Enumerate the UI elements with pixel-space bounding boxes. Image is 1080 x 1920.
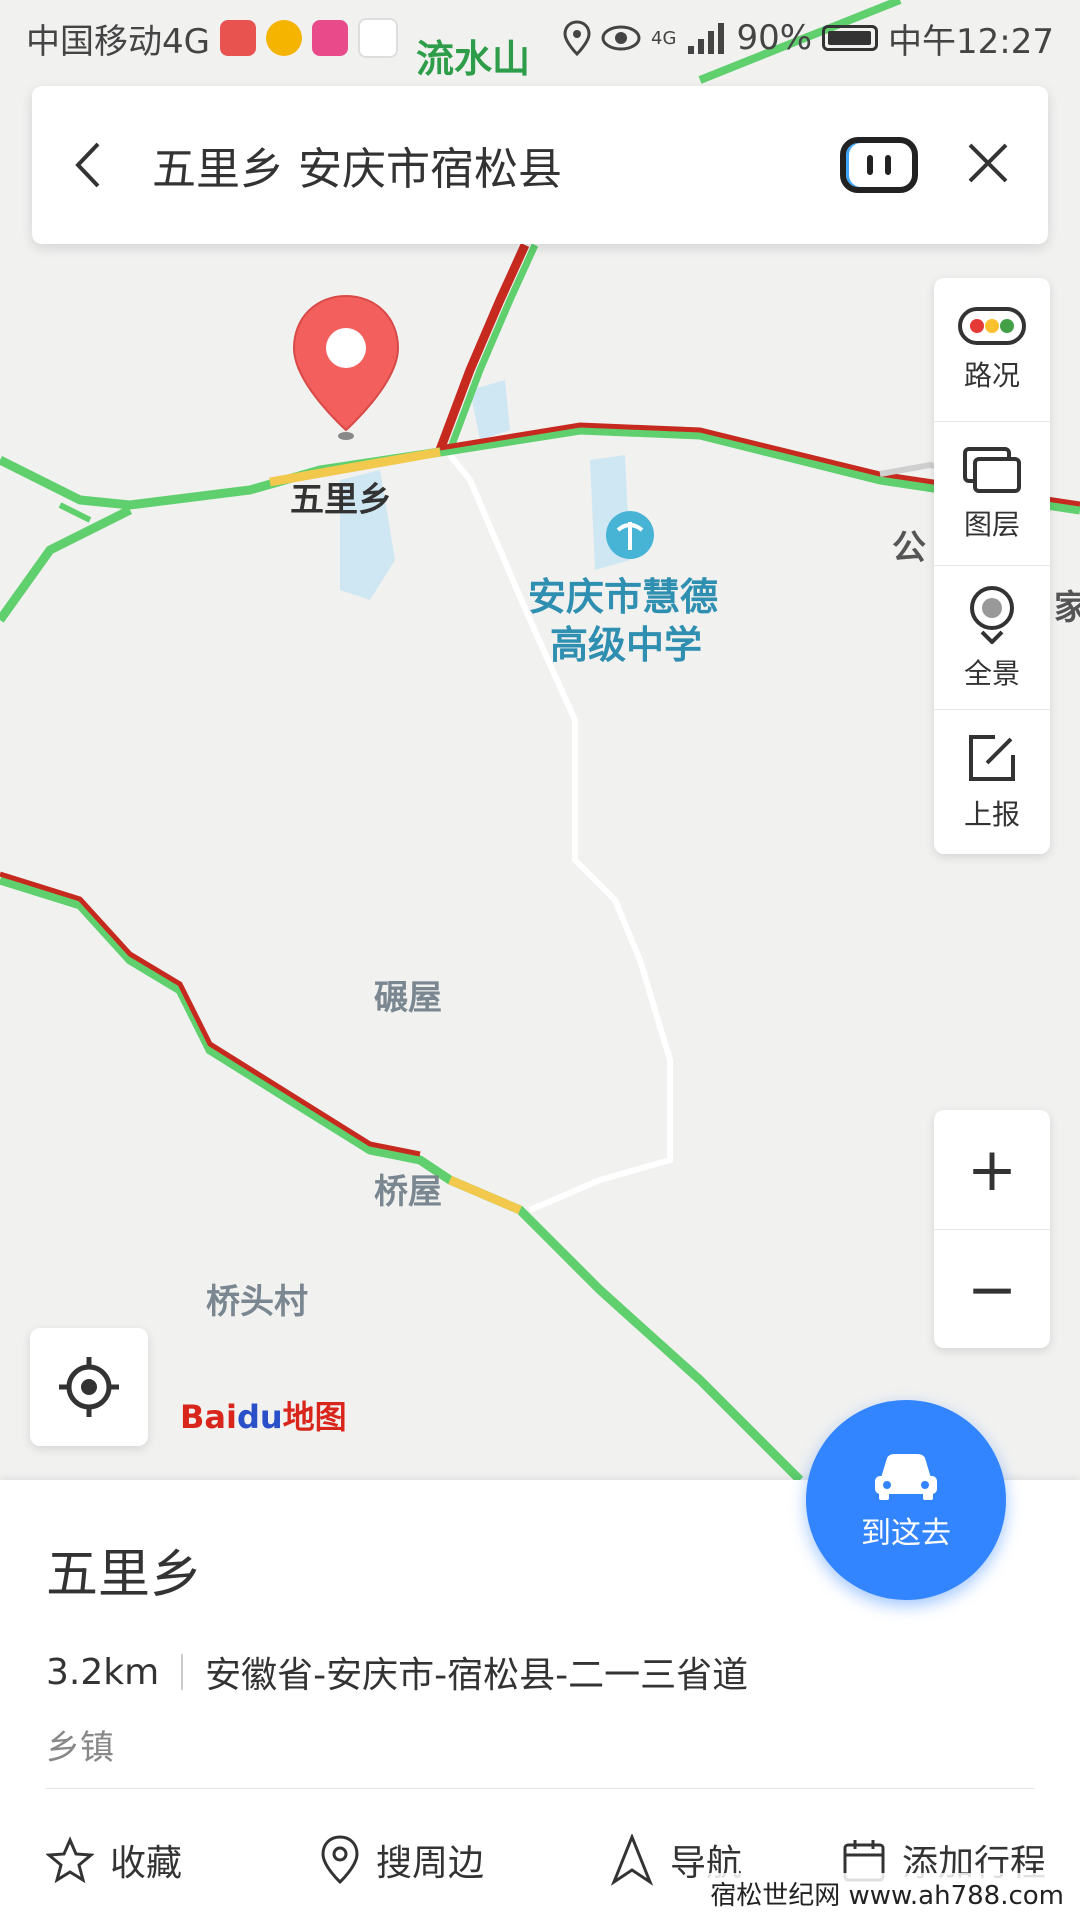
tool-traffic[interactable]: 路况	[934, 278, 1050, 422]
crosshair-icon	[59, 1357, 119, 1417]
tool-label: 路况	[963, 358, 1020, 392]
map-label-edge: 家	[1054, 588, 1080, 628]
map-label-edge: 公	[892, 528, 926, 568]
navigation-icon	[610, 1834, 654, 1886]
my-location-button[interactable]	[30, 1328, 148, 1446]
mic-app-icon	[219, 20, 256, 56]
clock: 中午12:27	[888, 21, 1054, 62]
star-icon	[46, 1836, 94, 1884]
maps-app-icon	[357, 18, 398, 58]
close-button[interactable]	[958, 130, 1018, 200]
battery-icon	[822, 25, 879, 51]
signal-icon	[688, 23, 725, 54]
app-icon	[311, 20, 348, 56]
tool-label: 全景	[963, 656, 1020, 690]
app-icon	[265, 20, 302, 56]
chevron-left-icon	[75, 142, 100, 188]
carrier-label: 中国移动4G	[26, 21, 210, 62]
map-tools: 路况 图层 全景 上报	[934, 278, 1050, 854]
location-icon	[563, 20, 591, 56]
logo-text: 地图	[282, 1398, 347, 1436]
logo-text: Bai	[180, 1398, 237, 1436]
watermark: 宿松世纪网 www.ah788.com	[704, 1873, 1070, 1914]
location-pin-marker[interactable]	[286, 292, 406, 442]
zoom-control: + −	[934, 1110, 1050, 1348]
map-label-pin-place: 五里乡	[290, 480, 392, 520]
tool-label: 上报	[963, 798, 1020, 831]
search-nearby-button[interactable]: 搜周边	[320, 1834, 484, 1886]
tool-panorama[interactable]: 全景	[934, 566, 1050, 710]
report-icon	[969, 735, 1015, 781]
go-here-label: 到这去	[861, 1516, 951, 1551]
network-type: 4G	[651, 27, 677, 49]
map-label-village: 桥屋	[374, 1172, 442, 1212]
layers-icon	[963, 446, 1021, 493]
tool-layers[interactable]: 图层	[934, 422, 1050, 566]
traffic-light-icon	[958, 306, 1026, 345]
logo-text: du	[236, 1398, 283, 1436]
search-bar[interactable]: 五里乡 安庆市宿松县	[32, 86, 1048, 244]
map-label-village: 桥头村	[206, 1282, 308, 1322]
back-button[interactable]	[62, 135, 112, 195]
place-name: 五里乡	[46, 1545, 203, 1605]
close-icon	[968, 143, 1008, 183]
map-label-school-line2: 高级中学	[550, 623, 703, 667]
tool-report[interactable]: 上报	[934, 710, 1050, 854]
place-address: 安徽省-安庆市-宿松县-二一三省道	[205, 1655, 749, 1696]
go-here-button[interactable]: 到这去	[806, 1400, 1006, 1600]
place-distance: 3.2km	[46, 1651, 160, 1693]
voice-assistant-button[interactable]	[840, 137, 918, 193]
tool-label: 图层	[963, 507, 1020, 541]
favorite-button[interactable]: 收藏	[46, 1834, 182, 1886]
map-label-village: 碾屋	[374, 978, 442, 1018]
action-label: 搜周边	[376, 1843, 485, 1884]
map-label-school: 安庆市慧德	[528, 575, 719, 619]
action-label: 收藏	[110, 1843, 183, 1884]
place-meta: 3.2km 安徽省-安庆市-宿松县-二一三省道	[46, 1646, 748, 1698]
divider	[181, 1654, 184, 1690]
panorama-icon	[970, 585, 1014, 644]
zoom-out-button[interactable]: −	[934, 1230, 1050, 1349]
location-pin-icon	[321, 1835, 359, 1885]
zoom-in-button[interactable]: +	[934, 1110, 1050, 1230]
eye-icon	[601, 25, 641, 51]
status-bar: 中国移动4G 4G 90% 中午12:27	[0, 0, 1080, 76]
car-icon	[875, 1454, 937, 1500]
baidu-map-logo: Baidu地图	[180, 1392, 347, 1438]
search-query[interactable]: 五里乡 安庆市宿松县	[152, 133, 840, 197]
divider	[46, 1788, 1034, 1789]
battery-percent: 90%	[736, 18, 813, 58]
place-category: 乡镇	[46, 1728, 114, 1768]
